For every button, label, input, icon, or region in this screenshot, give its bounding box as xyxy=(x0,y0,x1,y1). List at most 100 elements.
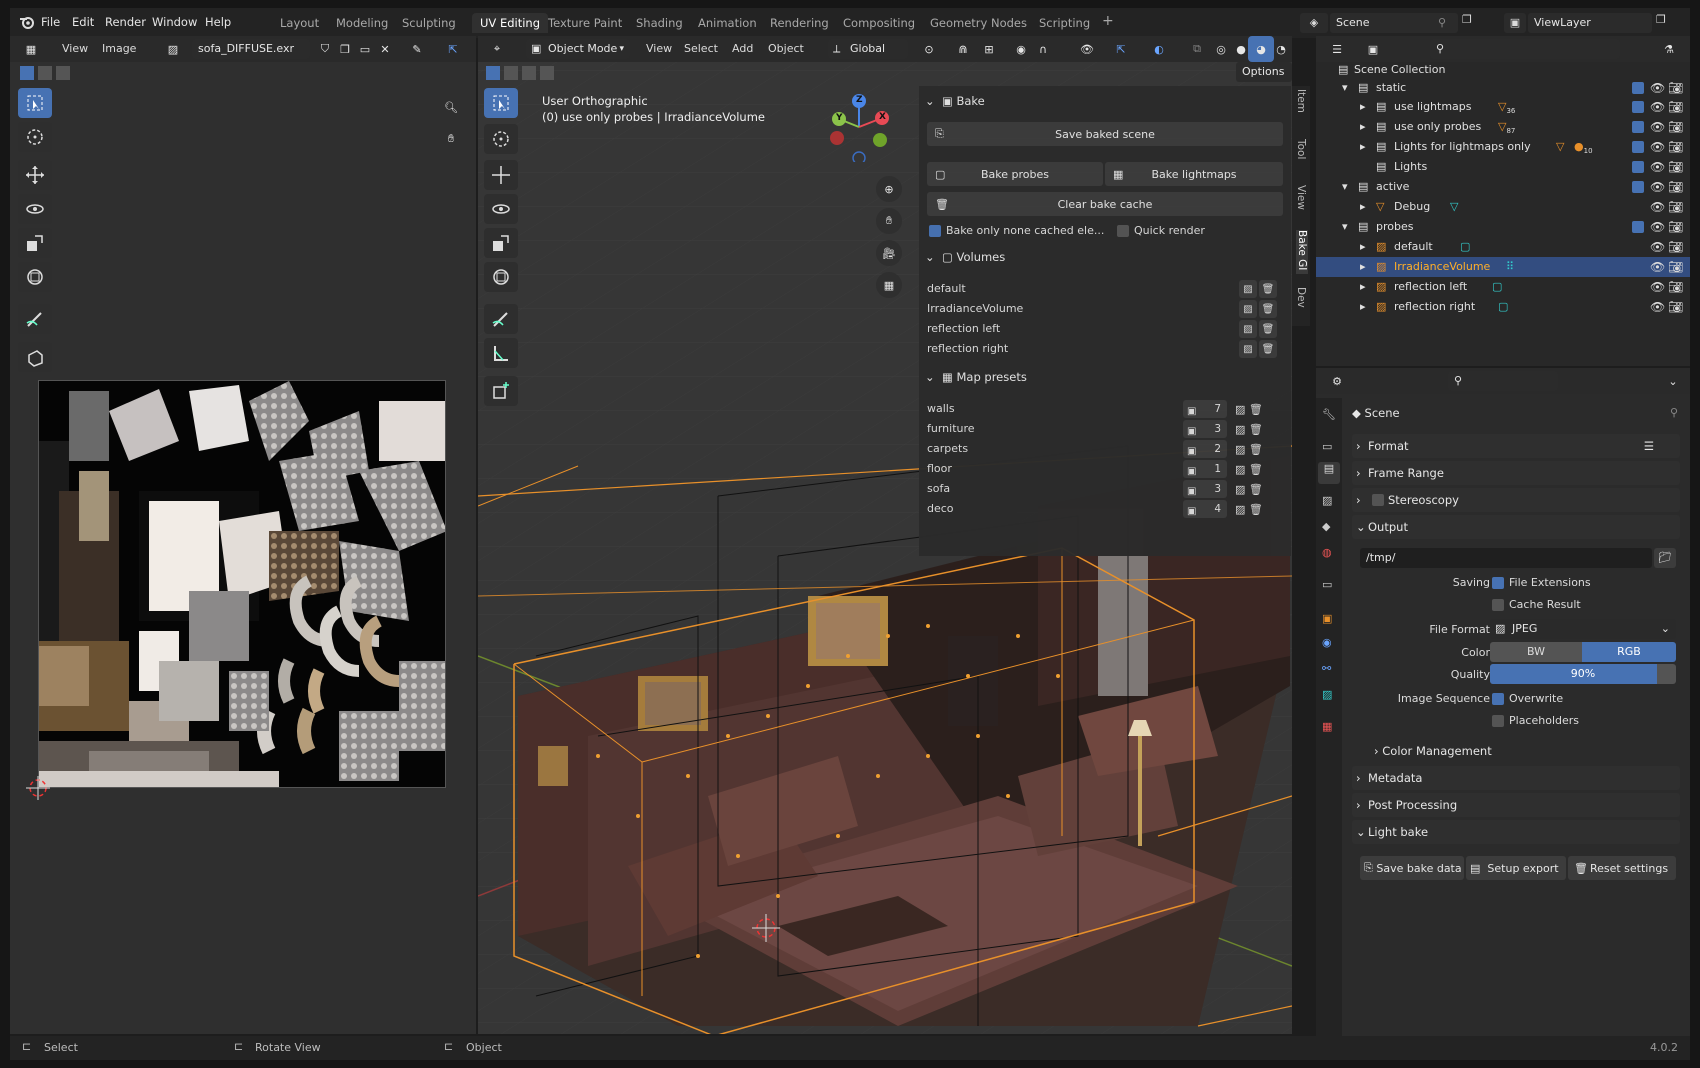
viewport-editor-type-icon[interactable]: ⌖ xyxy=(484,36,510,62)
zoom-viewport-icon[interactable]: ⊕ xyxy=(876,176,902,202)
tab-shading[interactable]: Shading xyxy=(636,16,683,30)
volume-image-icon[interactable]: ▨ xyxy=(1239,280,1257,298)
menu-edit[interactable]: Edit xyxy=(72,15,94,29)
camera-icon[interactable]: 📷︎ xyxy=(1668,277,1683,297)
vp-tool-transform[interactable] xyxy=(484,262,518,292)
outliner-row-use-lightmaps[interactable]: ▸ ▤ use lightmaps ▽36 👁︎ 📷︎ xyxy=(1316,97,1690,117)
properties-options-chevron-icon[interactable]: ⌄ xyxy=(1660,368,1686,394)
camera-icon[interactable]: 📷︎ xyxy=(1668,237,1683,257)
display-mode-icon[interactable]: ▣ xyxy=(1360,36,1386,62)
include-checkbox[interactable] xyxy=(1632,101,1644,113)
tab-modeling[interactable]: Modeling xyxy=(336,16,388,30)
visibility-icon[interactable]: 👁︎ xyxy=(1074,36,1100,62)
snap-target-icon[interactable]: ⊞ xyxy=(976,36,1002,62)
outliner-row-reflection-left[interactable]: ▸ ▨ reflection left ▢ 👁︎ 📷︎ xyxy=(1316,277,1690,297)
cache-result-checkbox[interactable]: Cache Result xyxy=(1492,598,1581,611)
volume-row-default[interactable]: default xyxy=(927,282,966,295)
pin-icon[interactable]: ⚲ xyxy=(1438,16,1446,29)
image-menu-image[interactable]: Image xyxy=(102,42,136,55)
section-stereoscopy[interactable]: › Stereoscopy xyxy=(1352,488,1680,512)
tab-layout[interactable]: Layout xyxy=(280,16,319,30)
physics-tab-icon[interactable]: ◉ xyxy=(1322,636,1332,649)
volumes-section-header[interactable]: ⌄ ▢ Volumes xyxy=(925,250,1005,264)
stereoscopy-checkbox[interactable] xyxy=(1372,494,1384,506)
falloff-icon[interactable]: ∩ xyxy=(1030,36,1056,62)
vp-tool-cursor[interactable] xyxy=(484,124,518,154)
preset-row-sofa[interactable]: sofa xyxy=(927,482,950,495)
menu-file[interactable]: File xyxy=(41,15,60,29)
outliner-row-lights-for-lightmaps[interactable]: ▸ ▤ Lights for lightmaps only ▽ ●10 👁︎ 📷︎ xyxy=(1316,137,1690,157)
image-menu-view[interactable]: View xyxy=(62,42,88,55)
outliner-search-input[interactable]: ⚲ xyxy=(1430,39,1620,59)
tab-animation[interactable]: Animation xyxy=(698,16,757,30)
add-workspace-button[interactable]: + xyxy=(1102,13,1114,29)
color-rgb-button[interactable]: RGB xyxy=(1582,642,1676,662)
overlays-icon[interactable]: ◐ xyxy=(1146,36,1172,62)
pivot-point-icon[interactable]: ⊙ xyxy=(916,36,942,62)
section-format[interactable]: › Format ☰ xyxy=(1352,434,1680,458)
include-checkbox[interactable] xyxy=(1632,221,1644,233)
view-layer-icon[interactable]: ▣ xyxy=(1504,13,1526,33)
preset-action-icons[interactable]: ▨ 🗑︎ ▨ 🗑︎ ▨ 🗑︎ ▨ 🗑︎ ▨ 🗑︎ ▨ 🗑︎ xyxy=(1235,400,1279,520)
tool-scale[interactable] xyxy=(18,228,52,258)
eye-icon[interactable]: 👁︎ xyxy=(1650,78,1665,98)
tool-annotate[interactable] xyxy=(18,304,52,334)
camera-icon[interactable]: 📷︎ xyxy=(1668,78,1683,98)
eye-icon[interactable]: 👁︎ xyxy=(1650,257,1665,277)
vp-tool-annotate[interactable] xyxy=(484,304,518,334)
camera-icon[interactable]: 📷︎ xyxy=(1668,297,1683,317)
editor-type-icon[interactable]: ▦ xyxy=(18,36,44,62)
section-post-processing[interactable]: › Post Processing xyxy=(1352,793,1680,817)
xray-icon[interactable]: ⧉ xyxy=(1184,36,1210,62)
viewport-menu-view[interactable]: View xyxy=(646,42,672,55)
camera-icon[interactable]: 📷︎ xyxy=(1668,157,1683,177)
outliner-row-lights[interactable]: ▤ Lights 👁︎ 📷︎ xyxy=(1316,157,1690,177)
tool-tab-icon[interactable]: 🔧︎ xyxy=(1322,408,1336,421)
tab-texture-paint[interactable]: Texture Paint xyxy=(548,16,622,30)
preset-select-icons[interactable]: ▣ ▣ ▣ ▣ ▣ ▣ xyxy=(1187,402,1201,518)
zoom-icon[interactable]: 🔍︎ xyxy=(438,94,464,120)
eye-icon[interactable]: 👁︎ xyxy=(1650,177,1665,197)
volume-trash-icon[interactable]: 🗑︎ xyxy=(1259,320,1277,338)
quick-render-checkbox[interactable]: Quick render xyxy=(1117,224,1205,237)
section-output[interactable]: ⌄ Output xyxy=(1352,515,1680,539)
volume-row-reflection-left[interactable]: reflection left xyxy=(927,322,1000,335)
include-checkbox[interactable] xyxy=(1632,181,1644,193)
image-name-field[interactable]: sofa_DIFFUSE.exr xyxy=(192,39,310,59)
2d-cursor-icon[interactable] xyxy=(26,776,50,800)
outliner-row-default[interactable]: ▸ ▨ default ▢ 👁︎ 📷︎ xyxy=(1316,237,1690,257)
scene-type-icon[interactable]: ◈ xyxy=(1300,13,1328,33)
bake-probes-button[interactable]: ▢ Bake probes xyxy=(927,162,1103,186)
include-checkbox[interactable] xyxy=(1632,121,1644,133)
tab-rendering[interactable]: Rendering xyxy=(770,16,829,30)
eye-icon[interactable]: 👁︎ xyxy=(1650,97,1665,117)
clear-bake-cache-button[interactable]: 🗑︎ Clear bake cache xyxy=(927,192,1283,216)
shading-rendered-icon[interactable]: ◔ xyxy=(1268,36,1292,62)
menu-render[interactable]: Render xyxy=(105,15,146,29)
include-checkbox[interactable] xyxy=(1632,141,1644,153)
tool-sample[interactable] xyxy=(18,342,52,372)
outliner-row-use-only-probes[interactable]: ▸ ▤ use only probes ▽87 👁︎ 📷︎ xyxy=(1316,117,1690,137)
camera-icon[interactable]: 📷︎ xyxy=(1668,217,1683,237)
reset-settings-button[interactable]: 🗑︎ Reset settings xyxy=(1568,856,1676,880)
file-extensions-checkbox[interactable]: File Extensions xyxy=(1492,576,1591,589)
menu-window[interactable]: Window xyxy=(152,15,197,29)
outliner-row-active[interactable]: ▾ ▤ active 👁︎ 📷︎ xyxy=(1316,177,1690,197)
vp-tool-add-cube[interactable] xyxy=(484,376,518,406)
tab-compositing[interactable]: Compositing xyxy=(843,16,915,30)
outliner-editor-type-icon[interactable]: ☰ xyxy=(1324,36,1350,62)
save-baked-scene-button[interactable]: ⎘ Save baked scene xyxy=(927,122,1283,146)
viewport-menu-object[interactable]: Object xyxy=(768,42,804,55)
preset-row-carpets[interactable]: carpets xyxy=(927,442,968,455)
outliner-row-static[interactable]: ▾ ▤ static 👁︎ 📷︎ xyxy=(1316,78,1690,98)
color-bw-button[interactable]: BW xyxy=(1490,642,1582,662)
outliner-row-probes[interactable]: ▾ ▤ probes 👁︎ 📷︎ xyxy=(1316,217,1690,237)
preset-row-deco[interactable]: deco xyxy=(927,502,954,515)
sidebar-tab-tool[interactable]: Tool xyxy=(1295,139,1307,169)
sofa-diffuse-texture[interactable] xyxy=(38,380,446,788)
volume-trash-icon[interactable]: 🗑︎ xyxy=(1259,340,1277,358)
folder-browse-icon[interactable]: 📁︎ xyxy=(1654,548,1676,568)
vp-tool-move[interactable] xyxy=(484,160,518,190)
section-light-bake[interactable]: ⌄ Light bake xyxy=(1352,820,1680,844)
blender-logo-icon[interactable] xyxy=(18,13,36,31)
